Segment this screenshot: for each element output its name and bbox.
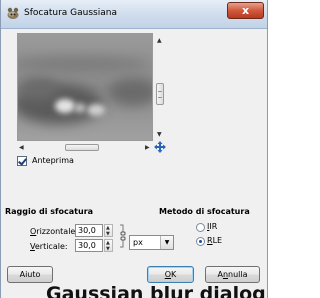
overlay-caption-text: Gaussian blur dialog [46, 283, 266, 298]
scroll-down-arrow-icon[interactable]: ▼ [157, 131, 162, 138]
navigate-move-icon[interactable] [153, 140, 167, 154]
radio-rle[interactable] [196, 237, 205, 246]
radio-rle-label: RLE [207, 236, 223, 245]
preview-checkbox-label: Anteprima [32, 156, 74, 165]
gaussian-blur-dialog: Sfocatura Gaussiana x ▲ ▼ ◀ ▶ Anteprima … [0, 0, 268, 298]
scroll-left-arrow-icon[interactable]: ◀ [19, 144, 24, 151]
window-title: Sfocatura Gaussiana [24, 8, 117, 18]
horizontal-radius-input[interactable]: 30,0 [75, 224, 103, 237]
horizontal-scrollbar[interactable]: ◀ ▶ [17, 142, 153, 153]
cancel-button[interactable]: Annulla [205, 266, 260, 283]
vertical-label: Verticale: [30, 242, 68, 251]
horizontal-label: Orizzontale: [30, 227, 79, 236]
unit-select-value: px [133, 238, 143, 247]
chevron-down-icon[interactable]: ▼ [160, 236, 173, 249]
title-bar[interactable]: Sfocatura Gaussiana x [1, 0, 267, 29]
spin-down-icon[interactable]: ▼ [106, 246, 110, 252]
scroll-up-arrow-icon[interactable]: ▲ [157, 37, 162, 44]
preview-area[interactable] [17, 33, 153, 141]
unit-select[interactable]: px ▼ [129, 235, 174, 250]
help-button[interactable]: Aiuto [7, 266, 53, 283]
vertical-radius-input[interactable]: 30,0 [75, 239, 103, 252]
radio-iir[interactable] [196, 223, 205, 232]
blur-radius-heading: Raggio di sfocatura [5, 207, 94, 216]
gimp-app-icon [7, 7, 19, 19]
preview-checkbox[interactable] [17, 156, 27, 166]
chain-link-icon[interactable] [118, 222, 127, 250]
horizontal-scroll-thumb[interactable] [65, 144, 99, 151]
close-button[interactable]: x [227, 2, 264, 19]
vertical-scrollbar[interactable]: ▲ ▼ [154, 33, 166, 141]
close-icon: x [241, 4, 250, 17]
ok-button[interactable]: OK [147, 266, 194, 283]
scroll-right-arrow-icon[interactable]: ▶ [145, 144, 150, 151]
spin-down-icon[interactable]: ▼ [106, 231, 110, 237]
vertical-scroll-thumb[interactable] [156, 83, 164, 105]
radio-iir-label: IIR [207, 222, 218, 231]
blurred-preview-image [18, 34, 152, 140]
vertical-spin-buttons[interactable]: ▲ ▼ [104, 239, 113, 252]
horizontal-spin-buttons[interactable]: ▲ ▼ [104, 224, 113, 237]
blur-method-heading: Metodo di sfocatura [159, 207, 250, 216]
